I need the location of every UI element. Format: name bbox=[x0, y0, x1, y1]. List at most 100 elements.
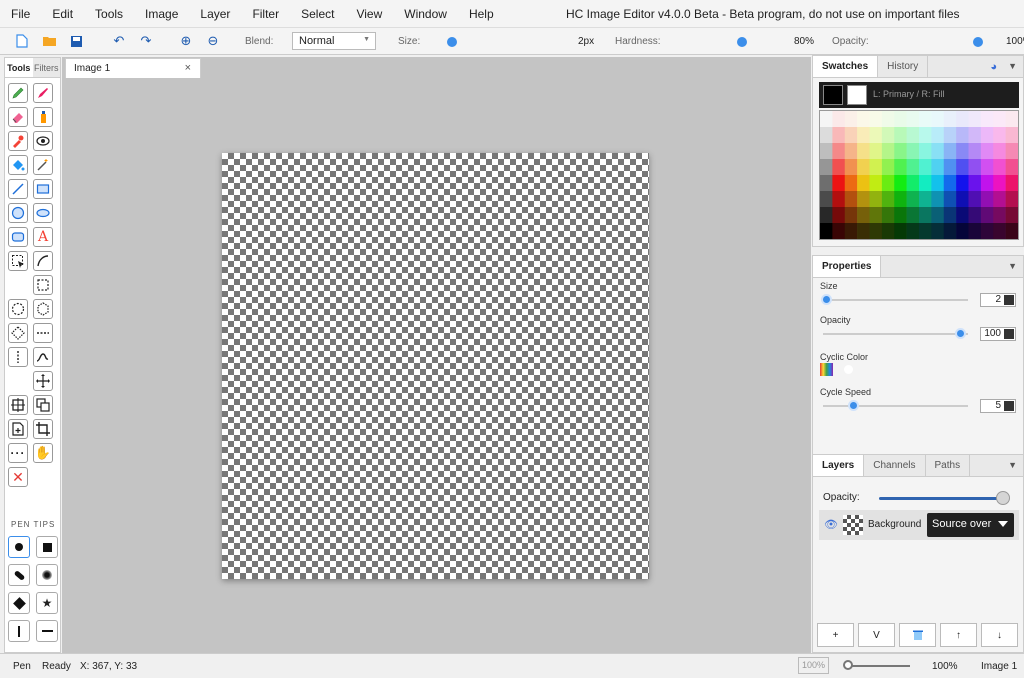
ellipse-tool[interactable] bbox=[33, 203, 53, 223]
palette-swatch[interactable] bbox=[931, 111, 945, 128]
pen-tip-diamond[interactable] bbox=[8, 592, 30, 614]
tab-filters[interactable]: Filters bbox=[32, 58, 60, 77]
cyclic-color-swatch[interactable] bbox=[820, 363, 833, 376]
palette-swatch[interactable] bbox=[857, 191, 870, 208]
palette-swatch[interactable] bbox=[881, 207, 895, 224]
palette-swatch[interactable] bbox=[1005, 207, 1018, 224]
palette-swatch[interactable] bbox=[980, 127, 994, 144]
palette-swatch[interactable] bbox=[931, 223, 945, 239]
palette-swatch[interactable] bbox=[993, 159, 1006, 176]
palette-swatch[interactable] bbox=[1005, 159, 1018, 176]
tab-properties[interactable]: Properties bbox=[813, 256, 882, 277]
menu-filter[interactable]: Filter bbox=[241, 7, 290, 21]
palette-swatch[interactable] bbox=[857, 207, 870, 224]
move-layer-up-button[interactable]: ↑ bbox=[940, 623, 977, 647]
move-icon[interactable] bbox=[33, 371, 53, 391]
blend-select[interactable]: Normal ▼ bbox=[292, 32, 376, 50]
menu-tools[interactable]: Tools bbox=[84, 7, 134, 21]
palette-swatch[interactable] bbox=[919, 191, 932, 208]
palette-swatch[interactable] bbox=[1005, 143, 1018, 160]
rectangle-tool[interactable] bbox=[33, 179, 53, 199]
select-move-tool[interactable] bbox=[8, 251, 28, 271]
size-prop-input[interactable]: 2 bbox=[980, 293, 1016, 307]
add-layer-button[interactable]: + bbox=[817, 623, 854, 647]
palette-swatch[interactable] bbox=[869, 127, 883, 144]
close-icon[interactable]: ✕ bbox=[8, 467, 28, 487]
tab-swatches[interactable]: Swatches bbox=[813, 56, 879, 77]
tab-history[interactable]: History bbox=[878, 56, 929, 77]
palette-swatch[interactable] bbox=[869, 175, 883, 192]
cycle-speed-input[interactable]: 5 bbox=[980, 399, 1016, 413]
tab-channels[interactable]: Channels bbox=[864, 455, 926, 476]
fill-bucket-tool[interactable] bbox=[8, 155, 28, 175]
rounded-rect-tool[interactable] bbox=[8, 227, 28, 247]
palette-swatch[interactable] bbox=[857, 111, 870, 128]
palette-swatch[interactable] bbox=[832, 223, 846, 239]
spinner-icon[interactable] bbox=[1004, 401, 1014, 411]
palette-swatch[interactable] bbox=[857, 159, 870, 176]
opacity-slider[interactable] bbox=[973, 37, 983, 47]
fill-color-swatch[interactable] bbox=[847, 85, 867, 105]
palette-swatch[interactable] bbox=[881, 223, 895, 239]
palette-swatch[interactable] bbox=[820, 159, 833, 176]
redo-icon[interactable]: ↷ bbox=[138, 33, 154, 49]
merge-down-button[interactable]: V bbox=[858, 623, 895, 647]
delete-layer-button[interactable] bbox=[899, 623, 936, 647]
palette-swatch[interactable] bbox=[931, 143, 945, 160]
menu-help[interactable]: Help bbox=[458, 7, 505, 21]
palette-swatch[interactable] bbox=[919, 207, 932, 224]
duplicate-icon[interactable] bbox=[33, 395, 53, 415]
palette-swatch[interactable] bbox=[968, 207, 982, 224]
palette-swatch[interactable] bbox=[832, 175, 846, 192]
palette-swatch[interactable] bbox=[968, 175, 982, 192]
save-icon[interactable] bbox=[68, 33, 84, 49]
tab-layers[interactable]: Layers bbox=[813, 455, 865, 476]
palette-swatch[interactable] bbox=[919, 127, 932, 144]
zoom-slider-track[interactable] bbox=[844, 665, 910, 667]
opacity-prop-input[interactable]: 100 bbox=[980, 327, 1016, 341]
palette-swatch[interactable] bbox=[919, 159, 932, 176]
palette-swatch[interactable] bbox=[857, 175, 870, 192]
palette-swatch[interactable] bbox=[919, 143, 932, 160]
close-icon[interactable]: × bbox=[185, 62, 191, 74]
palette-swatch[interactable] bbox=[980, 111, 994, 128]
color-palette-grid[interactable] bbox=[820, 111, 1018, 239]
layer-row[interactable]: 👁 Background Source over bbox=[819, 510, 1019, 540]
diamond-select-tool[interactable] bbox=[8, 323, 28, 343]
column-select-tool[interactable] bbox=[8, 347, 28, 367]
palette-swatch[interactable] bbox=[968, 127, 982, 144]
palette-swatch[interactable] bbox=[943, 175, 957, 192]
layer-opacity-track[interactable] bbox=[879, 497, 1007, 500]
layer-opacity-knob[interactable] bbox=[996, 491, 1010, 505]
palette-swatch[interactable] bbox=[1005, 223, 1018, 239]
pen-tip-soft[interactable] bbox=[36, 564, 58, 586]
palette-swatch[interactable] bbox=[820, 127, 833, 144]
palette-swatch[interactable] bbox=[869, 223, 883, 239]
cyclic-toggle[interactable] bbox=[844, 365, 853, 374]
palette-icon[interactable]: ◕ bbox=[990, 61, 997, 73]
palette-swatch[interactable] bbox=[832, 207, 846, 224]
palette-swatch[interactable] bbox=[993, 175, 1006, 192]
pen-tip-square[interactable] bbox=[36, 536, 58, 558]
view-eye-tool[interactable] bbox=[33, 131, 53, 151]
spinner-icon[interactable] bbox=[1004, 295, 1014, 305]
palette-swatch[interactable] bbox=[881, 111, 895, 128]
palette-swatch[interactable] bbox=[869, 111, 883, 128]
palette-swatch[interactable] bbox=[931, 207, 945, 224]
new-page-icon[interactable] bbox=[8, 419, 28, 439]
palette-swatch[interactable] bbox=[906, 175, 920, 192]
image-canvas[interactable] bbox=[222, 153, 649, 579]
menu-select[interactable]: Select bbox=[290, 7, 345, 21]
pen-tip-horizontal[interactable] bbox=[36, 620, 58, 642]
chevron-down-icon[interactable]: ▼ bbox=[1008, 261, 1017, 271]
palette-swatch[interactable] bbox=[906, 111, 920, 128]
eraser-tool[interactable] bbox=[8, 107, 28, 127]
palette-swatch[interactable] bbox=[1005, 111, 1018, 128]
opacity-prop-track[interactable] bbox=[823, 333, 968, 335]
eyedropper-tool[interactable] bbox=[8, 131, 28, 151]
palette-swatch[interactable] bbox=[869, 159, 883, 176]
palette-swatch[interactable] bbox=[894, 143, 907, 160]
palette-swatch[interactable] bbox=[894, 159, 907, 176]
palette-swatch[interactable] bbox=[820, 175, 833, 192]
primary-color-swatch[interactable] bbox=[823, 85, 843, 105]
